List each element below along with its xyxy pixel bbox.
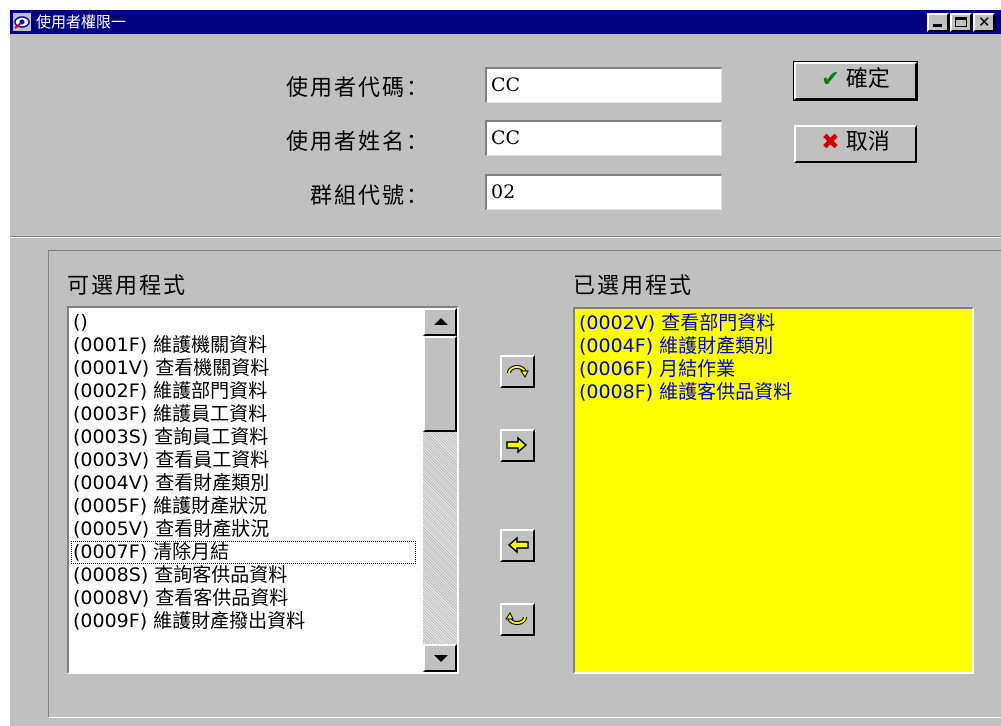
list-item[interactable]: (0005V) 查看財產狀況: [71, 518, 416, 541]
add-one-button[interactable]: [500, 429, 535, 462]
user-code-input[interactable]: CC: [485, 67, 722, 103]
maximize-button[interactable]: [950, 13, 972, 32]
available-items: () (0001F) 維護機關資料 (0001V) 查看機關資料 (0002F) 維護…: [71, 311, 416, 633]
add-all-button[interactable]: [500, 355, 535, 388]
divider: [10, 236, 1001, 238]
list-item[interactable]: (0003V) 查看員工資料: [71, 449, 416, 472]
list-item[interactable]: (0002F) 維護部門資料: [71, 380, 416, 403]
close-icon: ✕: [978, 13, 991, 31]
ok-button[interactable]: ✔ 確定: [793, 61, 918, 101]
scroll-up-button[interactable]: [423, 308, 457, 336]
cancel-button[interactable]: ✖ 取消: [794, 125, 917, 163]
list-item[interactable]: (0005F) 維護財產狀況: [71, 495, 416, 518]
maximize-icon: [955, 17, 967, 27]
up-arrow-icon: [434, 318, 448, 325]
title-bar[interactable]: 使用者權限一 ✕: [10, 10, 1001, 34]
remove-one-icon: [507, 536, 529, 554]
check-icon: ✔: [821, 67, 840, 92]
user-name-input[interactable]: CC: [485, 120, 722, 156]
scroll-thumb[interactable]: [423, 336, 457, 432]
x-icon: ✖: [821, 130, 840, 155]
window-title: 使用者權限一: [36, 13, 127, 31]
add-all-icon: [507, 365, 529, 378]
selected-programs-list[interactable]: (0002V) 查看部門資料 (0004F) 維護財產類別 (0006F) 月結作業…: [573, 307, 974, 674]
remove-all-button[interactable]: [500, 603, 535, 636]
ok-button-label: 確定: [845, 67, 890, 92]
scroll-down-button[interactable]: [423, 644, 457, 672]
cancel-button-label: 取消: [845, 130, 890, 155]
list-item[interactable]: (0006F) 月結作業: [577, 358, 792, 381]
list-item[interactable]: (): [71, 311, 416, 334]
available-programs-label: 可選用程式: [67, 274, 188, 299]
remove-all-icon: [505, 612, 527, 625]
available-programs-list[interactable]: () (0001F) 維護機關資料 (0001V) 查看機關資料 (0002F) 維護…: [67, 306, 459, 674]
list-item[interactable]: (0001F) 維護機關資料: [71, 334, 416, 357]
list-item[interactable]: (0004F) 維護財產類別: [577, 335, 792, 358]
list-item[interactable]: (0004V) 查看財產類別: [71, 472, 416, 495]
minimize-button[interactable]: [927, 13, 949, 32]
user-code-label: 使用者代碼：: [286, 76, 431, 101]
list-item[interactable]: (0008F) 維護客供品資料: [577, 381, 792, 404]
group-code-input[interactable]: 02: [485, 174, 722, 210]
list-item[interactable]: (0003F) 維護員工資料: [71, 403, 416, 426]
dialog-window: 使用者權限一 ✕ 使用者代碼： CC 使用者姓名： CC 群組代號： 02 ✔ 確…: [8, 8, 1001, 726]
selected-items: (0002V) 查看部門資料 (0004F) 維護財產類別 (0006F) 月結作業…: [577, 312, 792, 404]
remove-one-button[interactable]: [500, 529, 535, 562]
list-item[interactable]: (0008V) 查看客供品資料: [71, 587, 416, 610]
app-icon: [13, 13, 31, 31]
list-item[interactable]: (0001V) 查看機關資料: [71, 357, 416, 380]
down-arrow-icon: [434, 655, 448, 662]
minimize-icon: [933, 24, 942, 27]
list-item[interactable]: (0003S) 查詢員工資料: [71, 426, 416, 449]
list-item[interactable]: (0008S) 查詢客供品資料: [71, 564, 416, 587]
add-one-icon: [506, 436, 528, 454]
user-name-label: 使用者姓名：: [286, 130, 431, 155]
vertical-scrollbar[interactable]: [423, 308, 457, 672]
list-item[interactable]: (0009F) 維護財產撥出資料: [71, 610, 416, 633]
close-button[interactable]: ✕: [973, 13, 995, 32]
list-item[interactable]: (0007F) 清除月結: [71, 541, 416, 564]
list-item[interactable]: (0002V) 查看部門資料: [577, 312, 792, 335]
group-code-label: 群組代號：: [310, 184, 431, 209]
selected-programs-label: 已選用程式: [573, 274, 694, 299]
